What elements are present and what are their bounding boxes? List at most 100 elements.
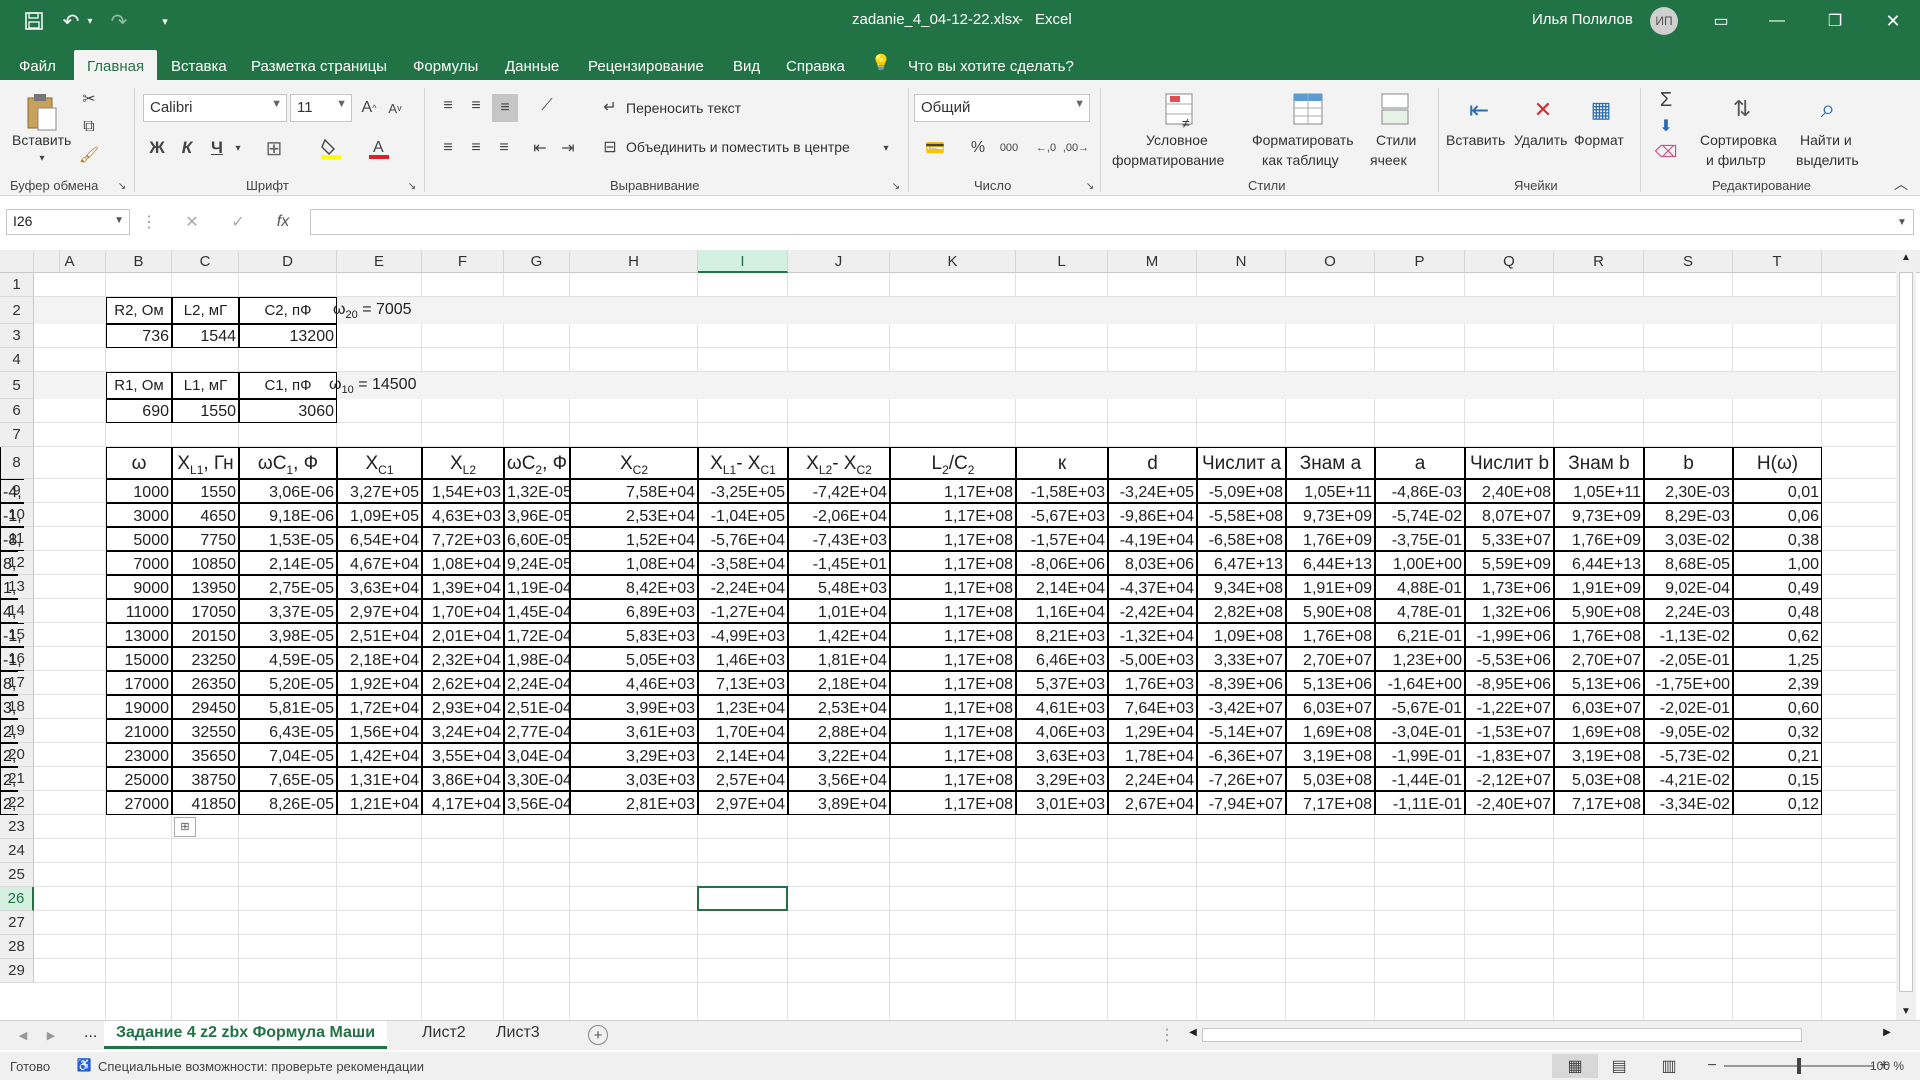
table-cell[interactable]: 0,62 bbox=[1733, 623, 1822, 647]
table-cell[interactable]: 9,34E+08 bbox=[1197, 575, 1286, 599]
table-cell[interactable]: 5,05E+03 bbox=[570, 647, 698, 671]
table-cell[interactable]: 9,24E-05 bbox=[504, 551, 570, 575]
scroll-thumb[interactable] bbox=[1899, 272, 1913, 992]
table-cell[interactable]: 1,70E+04 bbox=[698, 719, 788, 743]
table-cell[interactable]: 9,73E+09 bbox=[1286, 503, 1375, 527]
table-cell[interactable]: 2,62E+04 bbox=[422, 671, 504, 695]
table-header-4[interactable]: XC1 bbox=[337, 447, 422, 479]
table-cell[interactable]: 3,01E+03 bbox=[1016, 791, 1108, 815]
ribbon-display-icon[interactable]: ▭ bbox=[1708, 9, 1734, 33]
borders-icon[interactable]: ⊞ bbox=[262, 136, 286, 160]
fill-color-icon[interactable] bbox=[318, 134, 344, 162]
table-cell[interactable]: 1,76E+08 bbox=[1554, 623, 1644, 647]
prev-sheet-icon[interactable]: ◀ bbox=[16, 1026, 30, 1044]
column-header-R[interactable]: R bbox=[1554, 250, 1644, 273]
find-select-line1[interactable]: Найти и bbox=[1800, 132, 1852, 148]
table-cell[interactable]: -4, bbox=[0, 479, 24, 503]
table-cell[interactable]: 1,45E-04 bbox=[504, 599, 570, 623]
table-cell[interactable]: -8, bbox=[0, 527, 24, 551]
table-cell[interactable]: -1,27E+04 bbox=[698, 599, 788, 623]
column-header-T[interactable]: T bbox=[1733, 250, 1822, 273]
table-cell[interactable]: 1,91E+09 bbox=[1286, 575, 1375, 599]
tab-view[interactable]: Вид bbox=[720, 50, 773, 80]
vertical-scrollbar[interactable]: ▲ ▼ bbox=[1896, 250, 1916, 1024]
table-cell[interactable]: 5,59E+09 bbox=[1465, 551, 1554, 575]
row-header-26[interactable]: 26 bbox=[0, 887, 34, 911]
table-cell[interactable]: 3,89E+04 bbox=[788, 791, 890, 815]
table-cell[interactable]: 2,30E-03 bbox=[1644, 479, 1733, 503]
table-cell[interactable]: 35650 bbox=[172, 743, 239, 767]
table-cell[interactable]: -5,73E-02 bbox=[1644, 743, 1733, 767]
save-icon[interactable] bbox=[22, 10, 46, 32]
param-header[interactable]: С2, пФ bbox=[239, 297, 337, 324]
table-cell[interactable]: 26350 bbox=[172, 671, 239, 695]
row-header-2[interactable]: 2 bbox=[0, 297, 34, 324]
decrease-decimal-icon[interactable]: ,00→ bbox=[1063, 136, 1089, 160]
thousands-format-icon[interactable]: 000 bbox=[996, 136, 1022, 160]
table-cell[interactable]: 5,48E+03 bbox=[788, 575, 890, 599]
table-cell[interactable]: 1,76E+03 bbox=[1108, 671, 1197, 695]
table-cell[interactable]: -1,11E-01 bbox=[1375, 791, 1465, 815]
table-cell[interactable]: -5,76E+04 bbox=[698, 527, 788, 551]
row-header-6[interactable]: 6 bbox=[0, 399, 34, 423]
table-cell[interactable]: 2,14E+04 bbox=[698, 743, 788, 767]
tab-review[interactable]: Рецензирование bbox=[575, 50, 717, 80]
table-cell[interactable]: -1, bbox=[0, 647, 24, 671]
table-cell[interactable]: 7000 bbox=[106, 551, 172, 575]
zoom-slider-thumb[interactable] bbox=[1797, 1058, 1801, 1074]
table-cell[interactable]: -1, bbox=[0, 503, 24, 527]
table-cell[interactable]: 38750 bbox=[172, 767, 239, 791]
restore-icon[interactable]: ❐ bbox=[1822, 9, 1848, 33]
table-cell[interactable]: -1,99E+06 bbox=[1465, 623, 1554, 647]
table-cell[interactable]: -8,39E+06 bbox=[1197, 671, 1286, 695]
table-cell[interactable]: 1,17E+08 bbox=[890, 767, 1016, 791]
table-cell[interactable]: 0,15 bbox=[1733, 767, 1822, 791]
table-cell[interactable]: 6,60E-05 bbox=[504, 527, 570, 551]
table-cell[interactable]: 7,04E-05 bbox=[239, 743, 337, 767]
table-cell[interactable]: 7,13E+03 bbox=[698, 671, 788, 695]
redo-icon[interactable]: ↷ bbox=[106, 9, 132, 33]
table-cell[interactable]: 1,81E+04 bbox=[788, 647, 890, 671]
table-cell[interactable]: 2,67E+04 bbox=[1108, 791, 1197, 815]
table-cell[interactable]: 6,43E-05 bbox=[239, 719, 337, 743]
table-cell[interactable]: 3,22E+04 bbox=[788, 743, 890, 767]
accessibility-status[interactable]: Специальные возможности: проверьте реком… bbox=[98, 1059, 424, 1074]
table-cell[interactable]: 1,29E+04 bbox=[1108, 719, 1197, 743]
table-cell[interactable]: 4,61E+03 bbox=[1016, 695, 1108, 719]
percent-format-icon[interactable]: % bbox=[966, 136, 990, 160]
table-cell[interactable]: 2,53E+04 bbox=[570, 503, 698, 527]
conditional-format-line1[interactable]: Условное bbox=[1146, 132, 1208, 148]
param-value[interactable]: 1550 bbox=[172, 399, 239, 423]
table-header-1[interactable]: ω bbox=[106, 447, 172, 479]
param-value[interactable]: 13200 bbox=[239, 324, 337, 348]
tab-home[interactable]: Главная bbox=[74, 50, 158, 80]
table-cell[interactable]: 0,32 bbox=[1733, 719, 1822, 743]
number-format-combo[interactable]: Общий ▼ bbox=[914, 94, 1090, 122]
table-cell[interactable]: 1,00 bbox=[1733, 551, 1822, 575]
zoom-slider[interactable] bbox=[1724, 1058, 1874, 1074]
table-cell[interactable]: 8,26E-05 bbox=[239, 791, 337, 815]
table-cell[interactable]: 2,40E+08 bbox=[1465, 479, 1554, 503]
table-cell[interactable]: 4, bbox=[0, 599, 19, 623]
table-cell[interactable]: 3,24E+04 bbox=[422, 719, 504, 743]
table-cell[interactable]: 7,17E+08 bbox=[1286, 791, 1375, 815]
table-cell[interactable]: -8,06E+06 bbox=[1016, 551, 1108, 575]
table-cell[interactable]: -1,13E-02 bbox=[1644, 623, 1733, 647]
table-header-13[interactable]: Числит a bbox=[1197, 447, 1286, 479]
sheet-tab-3[interactable]: Лист3 bbox=[484, 1021, 552, 1049]
table-cell[interactable]: 6,03E+07 bbox=[1554, 695, 1644, 719]
table-cell[interactable]: 1,92E+04 bbox=[337, 671, 422, 695]
table-cell[interactable]: 29450 bbox=[172, 695, 239, 719]
table-cell[interactable]: 3,30E-04 bbox=[504, 767, 570, 791]
table-cell[interactable]: 7,17E+08 bbox=[1554, 791, 1644, 815]
table-cell[interactable]: -1,58E+03 bbox=[1016, 479, 1108, 503]
column-header-M[interactable]: M bbox=[1108, 250, 1197, 273]
table-cell[interactable]: 7,64E+03 bbox=[1108, 695, 1197, 719]
table-cell[interactable]: 2,14E-05 bbox=[239, 551, 337, 575]
sort-filter-line2[interactable]: и фильтр bbox=[1706, 152, 1766, 168]
page-layout-view-icon[interactable]: ▤ bbox=[1604, 1054, 1634, 1078]
splitter-icon[interactable]: ⋮ bbox=[1159, 1026, 1175, 1044]
table-header-18[interactable]: b bbox=[1644, 447, 1733, 479]
table-cell[interactable]: 5,33E+07 bbox=[1465, 527, 1554, 551]
table-cell[interactable]: 23250 bbox=[172, 647, 239, 671]
